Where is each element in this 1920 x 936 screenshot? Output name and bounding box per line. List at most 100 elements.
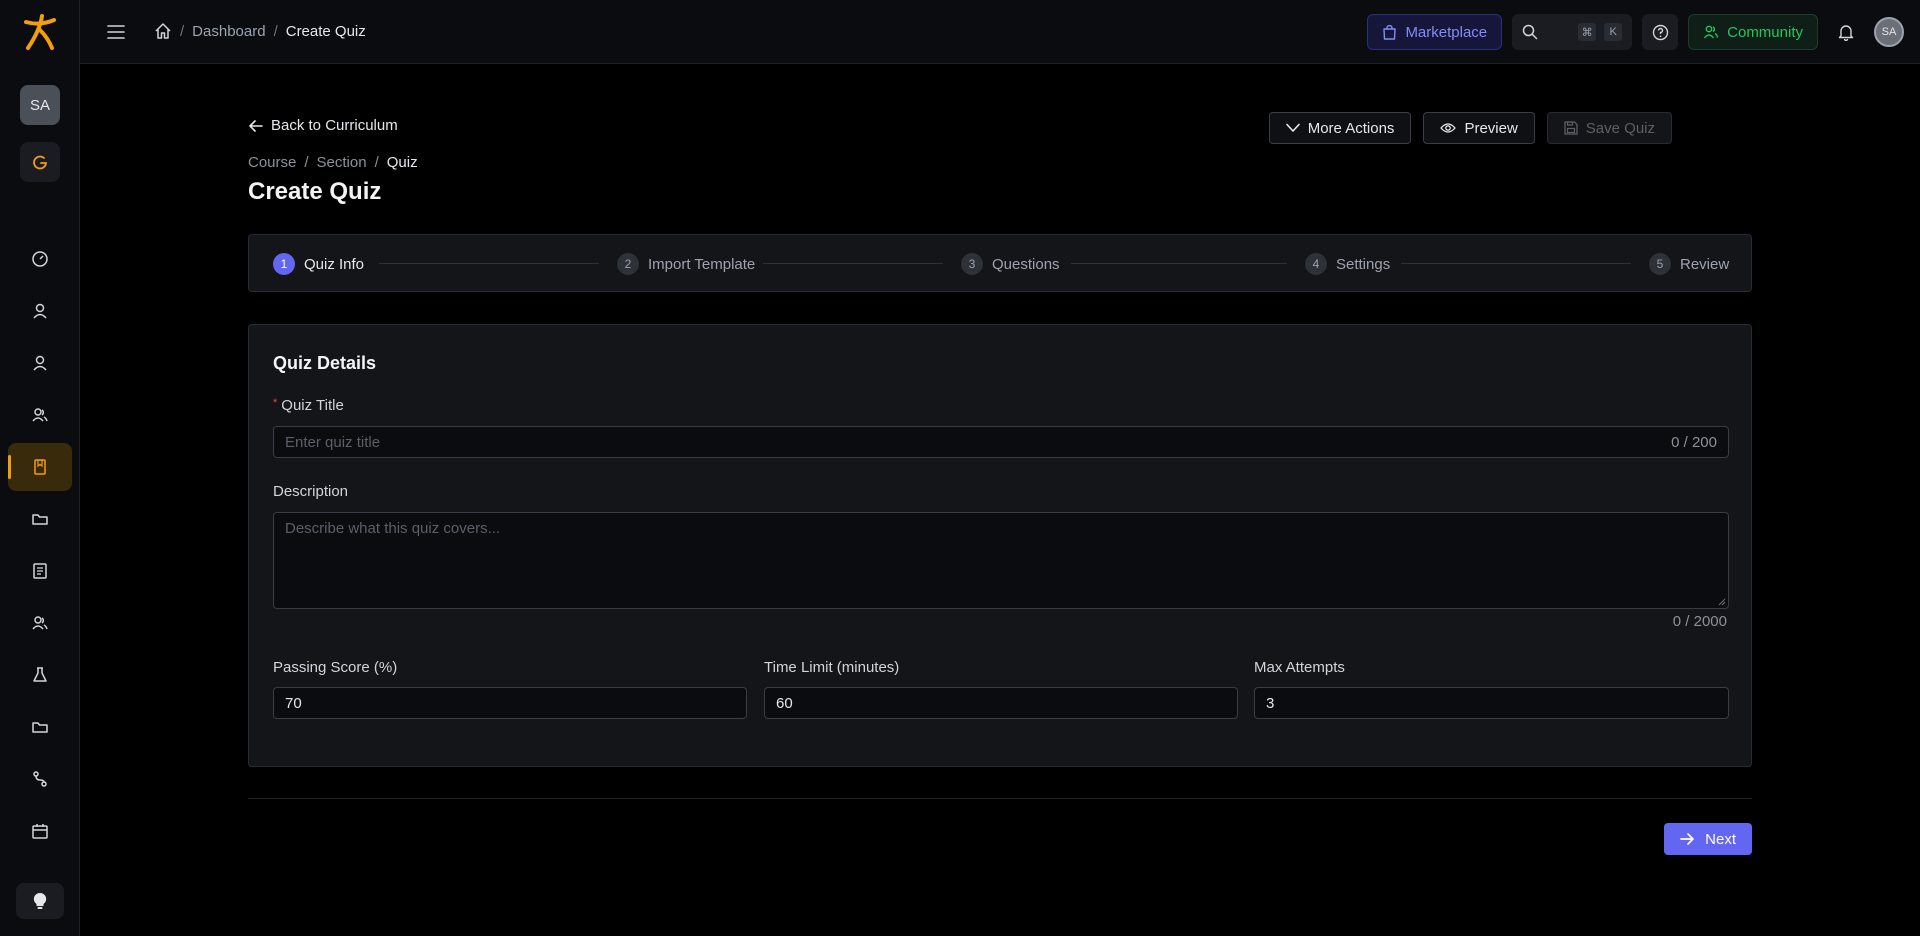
save-icon — [1564, 121, 1578, 135]
sidebar-item-labs[interactable] — [8, 651, 72, 699]
breadcrumb-course[interactable]: Course — [248, 154, 296, 171]
step-import-template[interactable]: 2 Import Template — [617, 253, 755, 275]
back-label: Back to Curriculum — [271, 117, 398, 134]
hamburger-icon — [107, 25, 125, 39]
step-number: 1 — [273, 253, 295, 275]
top-breadcrumb: / Dashboard / Create Quiz — [154, 22, 366, 40]
breadcrumb-separator: / — [180, 22, 185, 40]
lightbulb-icon — [33, 892, 47, 909]
description-textarea[interactable]: Describe what this quiz covers... — [273, 512, 1729, 609]
description-counter: 0 / 2000 — [1672, 613, 1727, 630]
step-number: 5 — [1649, 253, 1671, 275]
community-button[interactable]: Community — [1688, 14, 1818, 50]
step-label: Questions — [992, 255, 1060, 273]
user-icon — [33, 355, 47, 371]
workspace-icon — [33, 155, 47, 170]
step-quiz-info[interactable]: 1 Quiz Info — [273, 253, 364, 275]
sidebar-item-groups[interactable] — [8, 599, 72, 647]
users-icon — [32, 616, 48, 630]
help-button[interactable] — [1642, 14, 1679, 50]
quiz-title-label-text: Quiz Title — [281, 397, 344, 414]
sidebar-item-files[interactable] — [8, 495, 72, 543]
users-icon — [32, 408, 48, 422]
notifications-button[interactable] — [1828, 14, 1864, 50]
community-label: Community — [1727, 23, 1803, 41]
search-icon — [1522, 24, 1538, 40]
step-number: 4 — [1305, 253, 1327, 275]
step-settings[interactable]: 4 Settings — [1305, 253, 1390, 275]
calendar-icon — [32, 824, 48, 839]
preview-label: Preview — [1464, 119, 1518, 137]
sidebar-nav — [0, 235, 80, 859]
dashboard-icon — [32, 251, 48, 267]
breadcrumb-current: Create Quiz — [285, 22, 366, 40]
header-actions: More Actions Preview Save Quiz — [1268, 112, 1672, 144]
time-limit-label: Time Limit (minutes) — [764, 659, 900, 676]
sidebar-item-reports[interactable] — [8, 547, 72, 595]
quiz-details-card: Quiz Details * Quiz Title Enter quiz titl… — [248, 324, 1752, 767]
sidebar-item-users[interactable] — [8, 391, 72, 439]
resize-handle-icon[interactable] — [1718, 598, 1726, 606]
book-icon — [34, 459, 46, 475]
passing-score-input[interactable]: 70 — [273, 687, 747, 719]
preview-button[interactable]: Preview — [1423, 112, 1535, 144]
menu-toggle-button[interactable] — [104, 20, 128, 44]
step-connector — [1071, 263, 1287, 264]
step-questions[interactable]: 3 Questions — [961, 253, 1060, 275]
flask-icon — [33, 667, 47, 682]
sidebar-item-user[interactable] — [8, 287, 72, 335]
quiz-title-input[interactable]: Enter quiz title 0 / 200 — [273, 426, 1729, 458]
step-number: 2 — [617, 253, 639, 275]
max-attempts-label: Max Attempts — [1254, 659, 1345, 676]
save-quiz-label: Save Quiz — [1585, 119, 1655, 137]
next-button[interactable]: Next — [1664, 823, 1752, 855]
sidebar-item-curriculum[interactable] — [8, 443, 72, 491]
time-limit-value: 60 — [776, 694, 793, 712]
sidebar-item-user-2[interactable] — [8, 339, 72, 387]
breadcrumb-separator: / — [273, 22, 278, 40]
max-attempts-input[interactable]: 3 — [1254, 687, 1729, 719]
step-review[interactable]: 5 Review — [1649, 253, 1729, 275]
shopping-bag-icon — [1383, 24, 1397, 40]
sidebar-item-calendar[interactable] — [8, 807, 72, 855]
next-label: Next — [1705, 830, 1736, 848]
description-placeholder: Describe what this quiz covers... — [285, 520, 501, 537]
quiz-title-placeholder: Enter quiz title — [285, 433, 381, 451]
time-limit-input[interactable]: 60 — [764, 687, 1238, 719]
quiz-stepper: 1 Quiz Info 2 Import Template 3 Question… — [248, 234, 1752, 292]
users-icon — [1704, 25, 1719, 39]
shortcut-k-key: K — [1604, 23, 1623, 41]
quiz-title-counter: 0 / 200 — [1671, 434, 1717, 451]
breadcrumb-quiz: Quiz — [386, 154, 418, 171]
bell-icon — [1838, 25, 1854, 41]
home-icon[interactable] — [154, 22, 172, 40]
content-breadcrumb: Course / Section / Quiz — [248, 154, 418, 171]
section-title: Quiz Details — [273, 353, 377, 373]
step-connector — [1401, 263, 1631, 264]
passing-score-label: Passing Score (%) — [273, 659, 398, 676]
marketplace-button[interactable]: Marketplace — [1367, 14, 1503, 50]
save-quiz-button[interactable]: Save Quiz — [1546, 112, 1672, 144]
passing-score-value: 70 — [285, 694, 302, 712]
tips-button[interactable] — [16, 883, 64, 919]
sidebar-item-folders[interactable] — [8, 703, 72, 751]
sidebar-item-paths[interactable] — [8, 755, 72, 803]
sidebar-avatar[interactable]: SA — [20, 85, 60, 125]
folder-icon — [32, 722, 48, 733]
sidebar: SA — [0, 0, 80, 936]
back-to-curriculum-link[interactable]: Back to Curriculum — [248, 117, 398, 134]
route-icon — [33, 771, 47, 787]
workspace-switcher[interactable] — [20, 142, 60, 182]
topbar: / Dashboard / Create Quiz Marketplace ⌘ … — [80, 0, 1920, 64]
quiz-title-label: * Quiz Title — [273, 397, 344, 414]
breadcrumb-separator: / — [374, 154, 379, 171]
sidebar-item-dashboard[interactable] — [8, 235, 72, 283]
breadcrumb-dashboard[interactable]: Dashboard — [192, 23, 265, 40]
page-title: Create Quiz — [248, 178, 382, 205]
breadcrumb-section[interactable]: Section — [317, 154, 367, 171]
shortcut-cmd-key: ⌘ — [1578, 23, 1597, 41]
search-button[interactable]: ⌘ K — [1512, 14, 1633, 50]
app-logo[interactable] — [18, 12, 62, 52]
more-actions-button[interactable]: More Actions — [1268, 112, 1412, 144]
user-avatar[interactable]: SA — [1874, 17, 1904, 47]
